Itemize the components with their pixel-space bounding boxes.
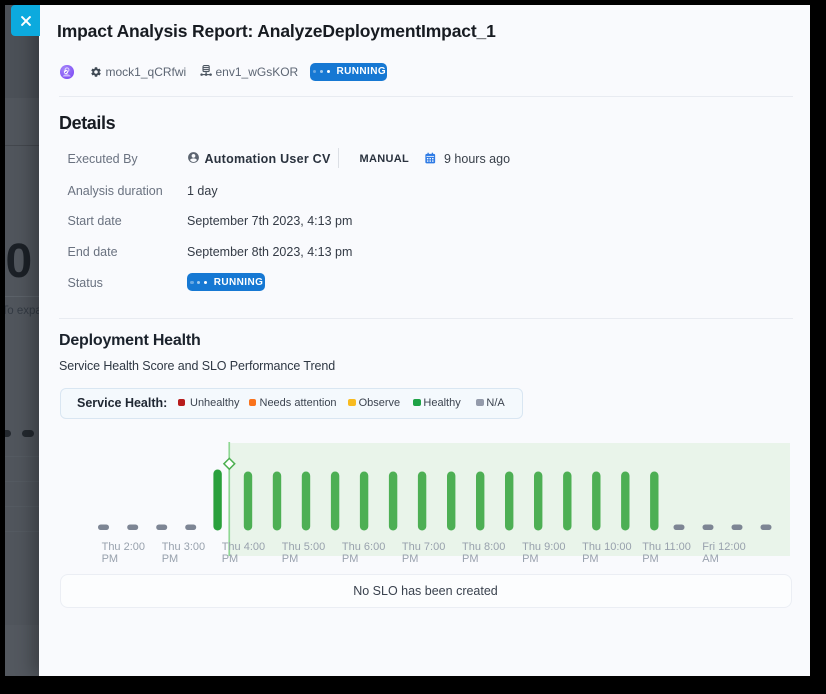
svg-text:PM: PM [102,553,119,565]
svg-text:PM: PM [462,553,479,565]
svg-text:Thu 4:00: Thu 4:00 [222,541,265,553]
svg-text:PM: PM [522,553,539,565]
svg-text:PM: PM [642,553,659,565]
svg-text:Thu 3:00: Thu 3:00 [162,541,205,553]
svg-text:Thu 8:00: Thu 8:00 [462,541,505,553]
svg-text:Thu 7:00: Thu 7:00 [402,541,445,553]
svg-text:Thu 5:00: Thu 5:00 [282,541,325,553]
svg-text:Thu 10:00: Thu 10:00 [582,541,632,553]
svg-text:Thu 9:00: Thu 9:00 [522,541,565,553]
svg-text:Thu 11:00: Thu 11:00 [642,541,691,553]
svg-text:PM: PM [222,553,239,565]
svg-text:PM: PM [582,553,599,565]
svg-text:Thu 2:00: Thu 2:00 [102,541,145,553]
svg-text:PM: PM [282,553,299,565]
svg-text:Fri 12:00: Fri 12:00 [702,541,745,553]
svg-text:PM: PM [402,553,419,565]
svg-text:AM: AM [702,553,719,565]
svg-text:Thu 6:00: Thu 6:00 [342,541,385,553]
svg-text:PM: PM [162,553,179,565]
svg-text:PM: PM [342,553,359,565]
